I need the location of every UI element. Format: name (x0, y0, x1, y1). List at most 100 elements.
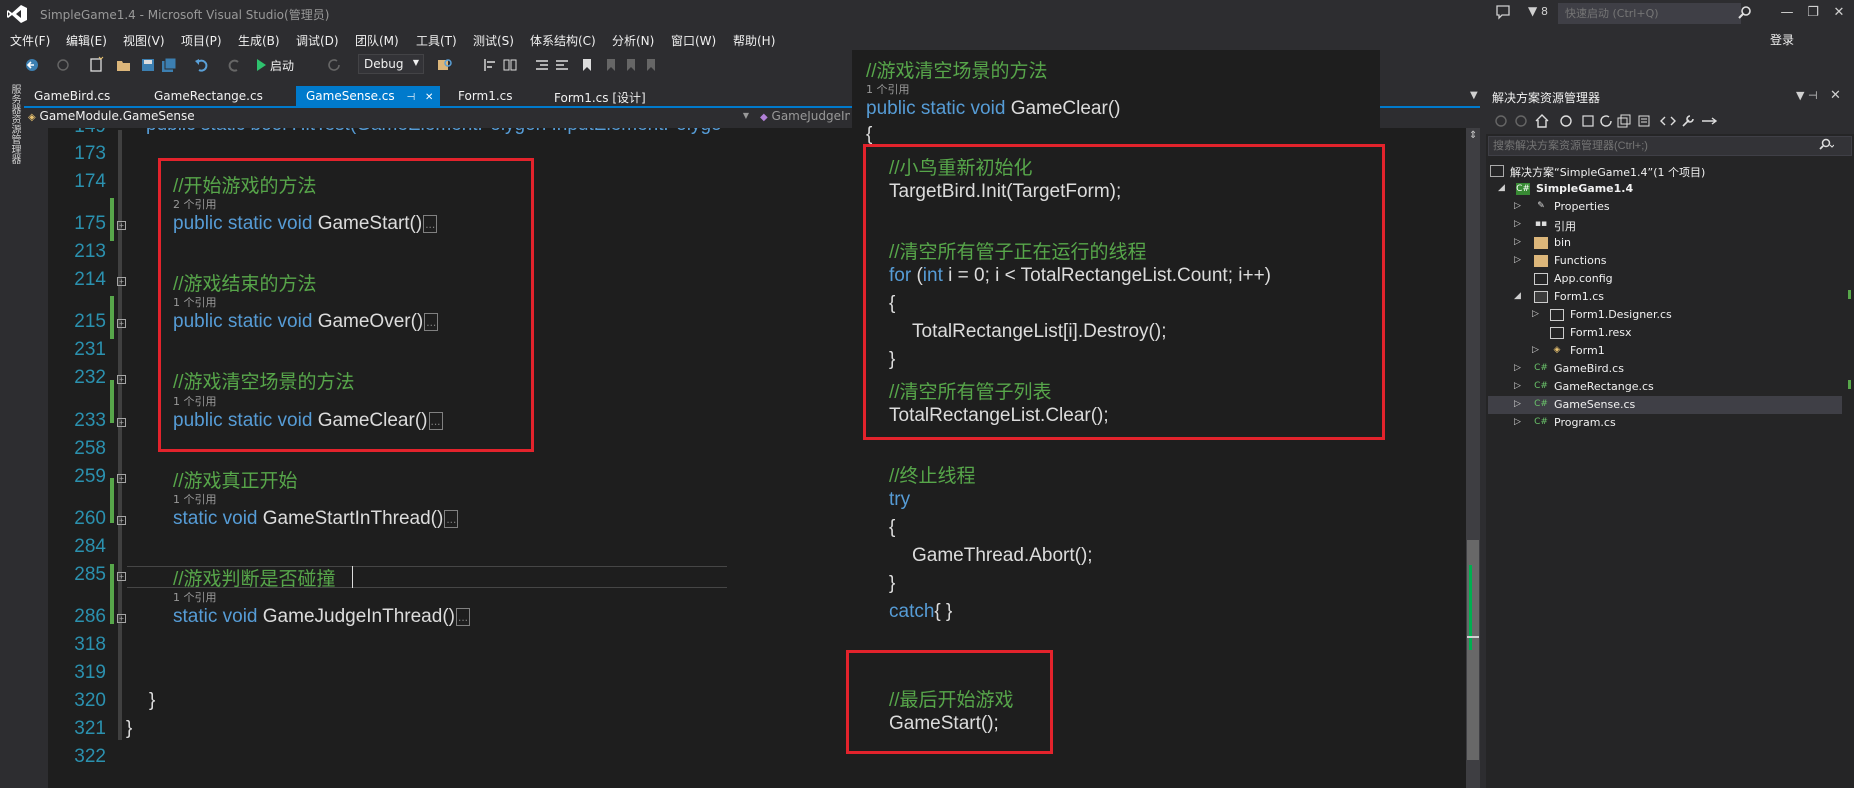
home-icon[interactable] (1534, 113, 1550, 129)
expand-icon[interactable]: + (117, 221, 126, 230)
tree-item-gamerectange[interactable]: ▷ C# GameRectange.cs (1490, 378, 1840, 396)
show-all-files-icon[interactable] (1636, 113, 1652, 129)
collapsed-arrow-icon[interactable]: ▷ (1514, 399, 1521, 409)
search-icon[interactable] (1738, 5, 1752, 19)
find-in-files-icon[interactable] (436, 56, 454, 74)
save-icon[interactable] (140, 56, 156, 74)
split-window-icon[interactable]: ⇕ (1469, 130, 1477, 141)
layout-icon[interactable] (502, 56, 518, 74)
expand-icon[interactable]: + (117, 375, 126, 384)
member-dropdown[interactable]: ◆ GameJudgeIn (760, 109, 850, 123)
solution-explorer-search-input[interactable] (1488, 136, 1852, 156)
menu-architecture[interactable]: 体系结构(C) (530, 32, 596, 49)
tab-form1[interactable]: Form1.cs (448, 86, 523, 106)
search-icon[interactable] (1818, 138, 1834, 152)
back-icon[interactable] (1494, 114, 1508, 128)
undo-icon[interactable] (194, 56, 210, 74)
tab-gamebird[interactable]: GameBird.cs (24, 86, 120, 106)
menu-edit[interactable]: 编辑(E) (66, 32, 107, 49)
code-lens-references[interactable]: 1 个引用 (173, 491, 217, 507)
preview-icon[interactable] (1700, 113, 1718, 129)
feedback-filter-icon[interactable]: ▼ (1528, 4, 1537, 18)
notifications-icon[interactable] (1495, 4, 1511, 20)
type-scope-dropdown[interactable]: ◈ GameModule.GameSense ▼ (28, 109, 753, 123)
redo-icon[interactable] (226, 56, 242, 74)
collapsed-arrow-icon[interactable]: ▷ (1514, 237, 1521, 247)
solution-explorer-scrollbar[interactable] (1842, 160, 1854, 780)
next-bookmark-icon[interactable] (624, 56, 638, 74)
expanded-arrow-icon[interactable]: ◢ (1514, 291, 1521, 301)
forward-icon[interactable] (1514, 114, 1528, 128)
indent-icon[interactable] (534, 56, 550, 74)
pin-icon[interactable]: ⊣ (406, 92, 415, 103)
bookmark-icon[interactable] (580, 56, 594, 74)
collapsed-arrow-icon[interactable]: ▷ (1532, 345, 1539, 355)
tree-item-properties[interactable]: ▷ ✎ Properties (1490, 198, 1840, 216)
collapsed-region[interactable]: ... (455, 607, 470, 626)
pending-changes-icon[interactable] (1580, 113, 1596, 129)
expand-icon[interactable]: + (117, 277, 126, 286)
tree-item-form1-designer[interactable]: ▷ Form1.Designer.cs (1490, 306, 1840, 324)
menu-help[interactable]: 帮助(H) (733, 32, 775, 49)
server-explorer-tab[interactable]: 服务器资源管理器 (8, 84, 20, 164)
navigate-forward-icon[interactable] (56, 56, 70, 74)
save-all-icon[interactable] (160, 56, 178, 74)
menu-test[interactable]: 测试(S) (473, 32, 514, 49)
pin-icon[interactable]: ▼ ⊣ (1796, 89, 1818, 102)
tree-item-references[interactable]: ▷ ▪▪ 引用 (1490, 216, 1840, 234)
tree-item-gamesense[interactable]: ▷ C# GameSense.cs (1488, 396, 1842, 414)
tree-item-form1-resx[interactable]: Form1.resx (1490, 324, 1840, 342)
collapsed-arrow-icon[interactable]: ▷ (1532, 309, 1539, 319)
navigate-back-icon[interactable] (24, 56, 40, 74)
tree-item-functions[interactable]: ▷ Functions (1490, 252, 1840, 270)
restore-button[interactable]: ❐ (1801, 3, 1825, 23)
collapsed-region[interactable]: ... (444, 509, 459, 528)
menu-window[interactable]: 窗口(W) (671, 32, 716, 49)
expand-icon[interactable]: + (117, 474, 126, 483)
sync-icon[interactable] (1558, 113, 1574, 129)
tree-item-bin[interactable]: ▷ bin (1490, 234, 1840, 252)
tab-overflow-icon[interactable]: ▼ (1470, 90, 1478, 101)
expand-icon[interactable]: + (117, 418, 126, 427)
expand-icon[interactable]: + (117, 572, 126, 581)
tab-gamerectange[interactable]: GameRectange.cs (144, 86, 273, 106)
view-code-icon[interactable] (1660, 113, 1676, 129)
collapsed-arrow-icon[interactable]: ▷ (1514, 417, 1521, 427)
collapsed-arrow-icon[interactable]: ▷ (1514, 219, 1521, 229)
close-icon[interactable]: ✕ (425, 92, 433, 103)
collapsed-arrow-icon[interactable]: ▷ (1514, 255, 1521, 265)
menu-debug[interactable]: 调试(D) (296, 32, 339, 49)
tree-item-form1-cs[interactable]: ◢ Form1.cs (1490, 288, 1840, 306)
collapse-all-icon[interactable] (1616, 113, 1632, 129)
menu-team[interactable]: 团队(M) (355, 32, 399, 49)
expanded-arrow-icon[interactable]: ◢ (1498, 183, 1505, 193)
sign-in-link[interactable]: 登录 (1770, 31, 1794, 48)
tree-item-form1-class[interactable]: ▷ ◈ Form1 (1490, 342, 1840, 360)
minimize-button[interactable]: — (1775, 3, 1799, 23)
refresh-icon[interactable] (1598, 113, 1614, 129)
clear-bookmarks-icon[interactable] (644, 56, 658, 74)
menu-project[interactable]: 项目(P) (181, 32, 222, 49)
menu-build[interactable]: 生成(B) (238, 32, 280, 49)
menu-analyze[interactable]: 分析(N) (612, 32, 654, 49)
configuration-dropdown[interactable]: Debug ▼ (358, 54, 424, 74)
collapsed-arrow-icon[interactable]: ▷ (1514, 363, 1521, 373)
tab-gamesense[interactable]: GameSense.cs ⊣ ✕ (296, 86, 440, 106)
refresh-icon[interactable] (326, 56, 342, 74)
expand-icon[interactable]: + (117, 516, 126, 525)
quick-launch-input[interactable] (1558, 3, 1741, 24)
close-button[interactable]: ✕ (1827, 3, 1851, 23)
properties-wrench-icon[interactable] (1680, 113, 1696, 129)
start-button[interactable]: 启动 (270, 57, 294, 74)
collapsed-arrow-icon[interactable]: ▷ (1514, 201, 1521, 211)
tree-item-app-config[interactable]: App.config (1490, 270, 1840, 288)
menu-tools[interactable]: 工具(T) (416, 32, 457, 49)
tab-form1-designer[interactable]: Form1.cs [设计] (544, 86, 656, 106)
tree-item-gamebird[interactable]: ▷ C# GameBird.cs (1490, 360, 1840, 378)
collapsed-arrow-icon[interactable]: ▷ (1514, 381, 1521, 391)
new-project-icon[interactable] (88, 56, 104, 74)
expand-icon[interactable]: + (117, 614, 126, 623)
outdent-icon[interactable] (554, 56, 570, 74)
menu-view[interactable]: 视图(V) (123, 32, 165, 49)
tree-item-program[interactable]: ▷ C# Program.cs (1490, 414, 1840, 432)
